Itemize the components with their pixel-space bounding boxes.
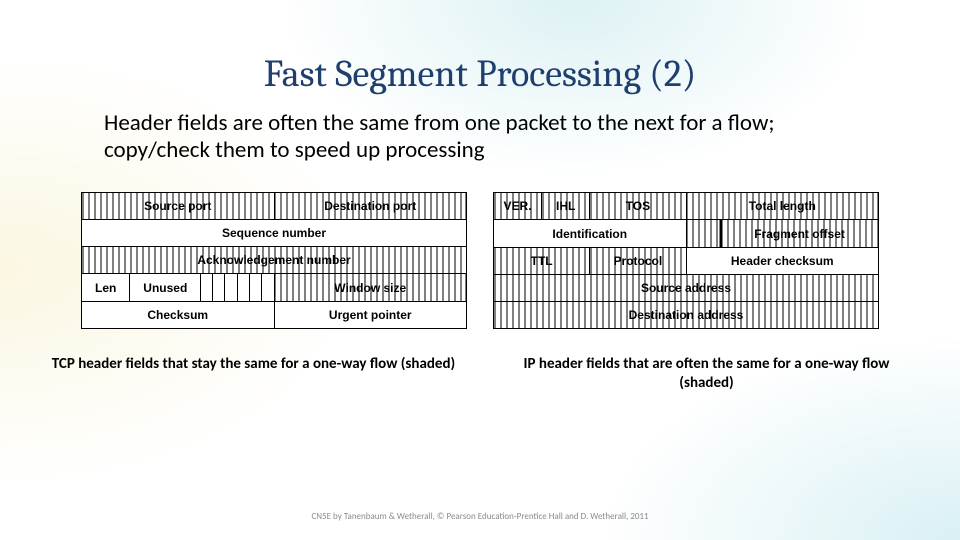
tcp-urgent-pointer: Urgent pointer (274, 302, 467, 329)
credit-line: CN5E by Tanenbaum & Wetherall, © Pearson… (0, 511, 960, 522)
tcp-window-size: Window size (274, 274, 467, 302)
tcp-header-diagram: Source port Destination port Sequence nu… (81, 192, 467, 329)
tcp-len: Len (82, 274, 130, 301)
caption-ip: IP header fields that are often the same… (503, 355, 910, 393)
ip-ihl: IHL (542, 193, 590, 220)
ip-ttl: TTL (494, 247, 590, 274)
ip-source-address: Source address (494, 274, 879, 301)
tcp-unused: Unused (130, 274, 201, 301)
tcp-destination-port: Destination port (274, 193, 467, 220)
caption-tcp: TCP header fields that stay the same for… (50, 355, 457, 393)
ip-ver: VER. (494, 193, 542, 220)
tcp-source-port: Source port (82, 193, 275, 220)
slide-body: Header fields are often the same from on… (104, 110, 866, 164)
ip-protocol: Protocol (590, 247, 686, 274)
ip-destination-address: Destination address (494, 302, 879, 329)
captions: TCP header fields that stay the same for… (0, 355, 960, 393)
ip-identification: Identification (494, 220, 687, 247)
ip-flags (686, 220, 721, 247)
tcp-sequence-number: Sequence number (82, 220, 467, 247)
tcp-len-flags-cell: Len Unused (82, 274, 275, 302)
figures: Source port Destination port Sequence nu… (0, 192, 960, 329)
ip-header-diagram: VER. IHL TOS Total length Identification… (493, 192, 879, 329)
tcp-checksum: Checksum (82, 302, 275, 329)
slide-title: Fast Segment Processing (2) (0, 0, 960, 110)
ip-header-checksum: Header checksum (686, 247, 879, 274)
ip-fragment-offset: Fragment offset (721, 220, 879, 247)
slide: Fast Segment Processing (2) Header field… (0, 0, 960, 540)
ip-total-length: Total length (686, 193, 879, 220)
ip-tos: TOS (590, 193, 686, 220)
tcp-ack-number: Acknowledgement number (82, 247, 467, 274)
